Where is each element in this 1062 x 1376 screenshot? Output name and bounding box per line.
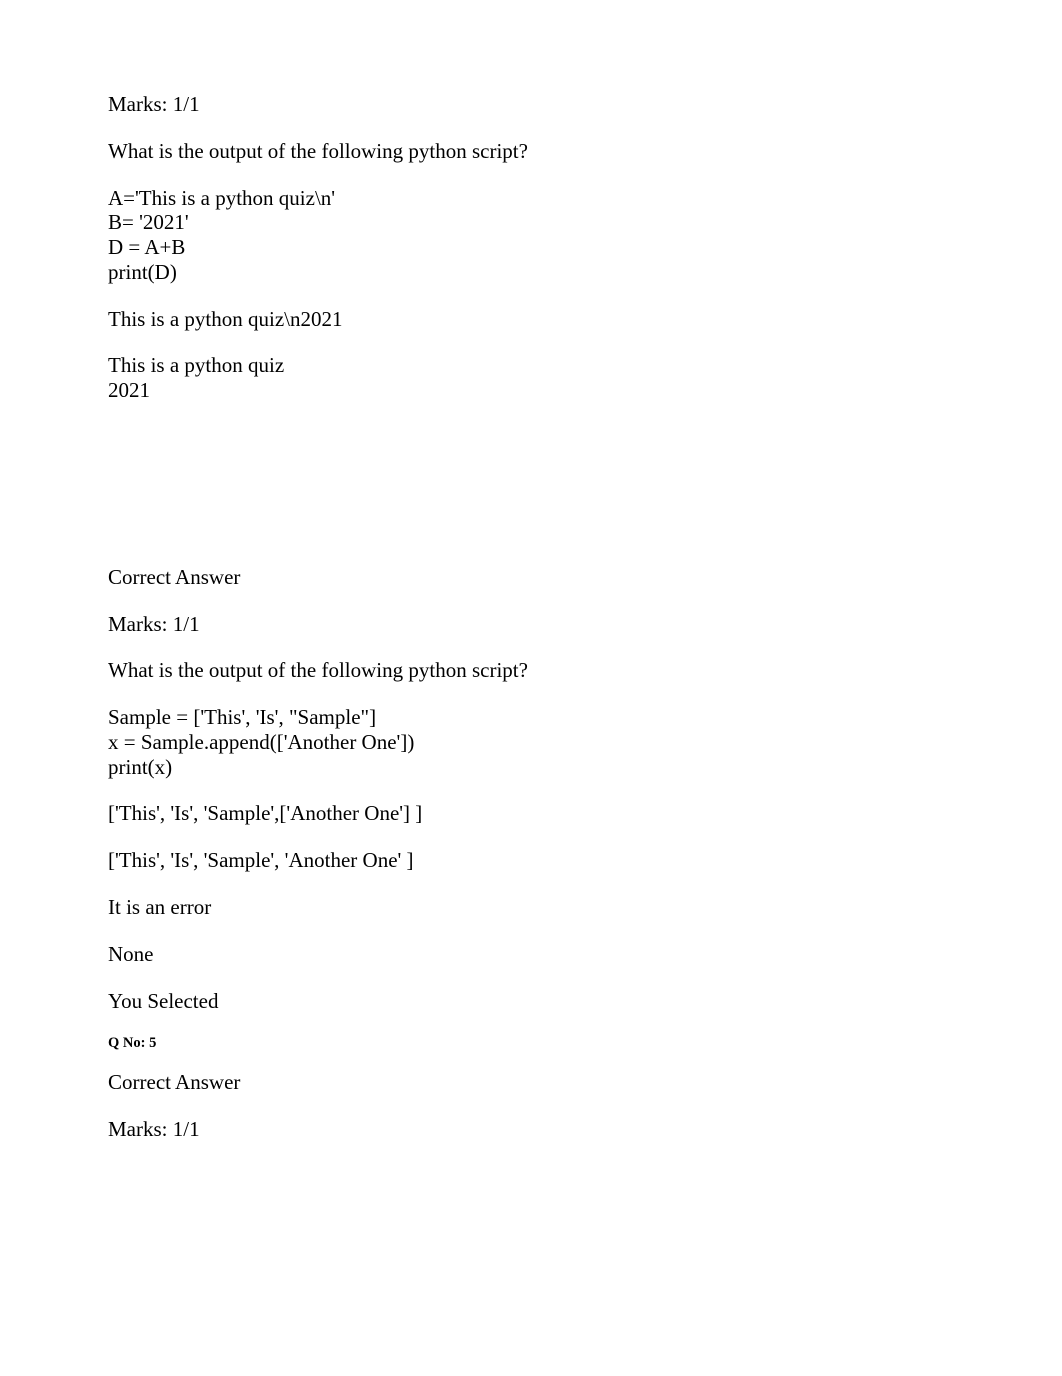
code-line: print(D) (108, 260, 1062, 285)
code-snippet: A='This is a python quiz\n' B= '2021' D … (108, 186, 1062, 285)
marks-label: Marks: 1/1 (108, 92, 1062, 117)
spacer (108, 425, 1062, 565)
code-snippet: Sample = ['This', 'Is', "Sample"] x = Sa… (108, 705, 1062, 779)
correct-answer-label: Correct Answer (108, 1070, 1062, 1095)
code-line: print(x) (108, 755, 1062, 780)
option-line: This is a python quiz (108, 353, 1062, 378)
answer-option: ['This', 'Is', 'Sample',['Another One'] … (108, 801, 1062, 826)
question-prompt: What is the output of the following pyth… (108, 139, 1062, 164)
code-line: Sample = ['This', 'Is', "Sample"] (108, 705, 1062, 730)
option-line: 2021 (108, 378, 1062, 403)
question-number: Q No: 5 (108, 1035, 1062, 1052)
answer-option: None (108, 942, 1062, 967)
marks-label: Marks: 1/1 (108, 612, 1062, 637)
code-line: A='This is a python quiz\n' (108, 186, 1062, 211)
code-line: B= '2021' (108, 210, 1062, 235)
answer-option: This is a python quiz\n2021 (108, 307, 1062, 332)
answer-option: ['This', 'Is', 'Sample', 'Another One' ] (108, 848, 1062, 873)
you-selected-label: You Selected (108, 989, 1062, 1014)
code-line: D = A+B (108, 235, 1062, 260)
answer-option: This is a python quiz 2021 (108, 353, 1062, 403)
correct-answer-label: Correct Answer (108, 565, 1062, 590)
answer-option: It is an error (108, 895, 1062, 920)
code-line: x = Sample.append(['Another One']) (108, 730, 1062, 755)
question-prompt: What is the output of the following pyth… (108, 658, 1062, 683)
marks-label: Marks: 1/1 (108, 1117, 1062, 1142)
